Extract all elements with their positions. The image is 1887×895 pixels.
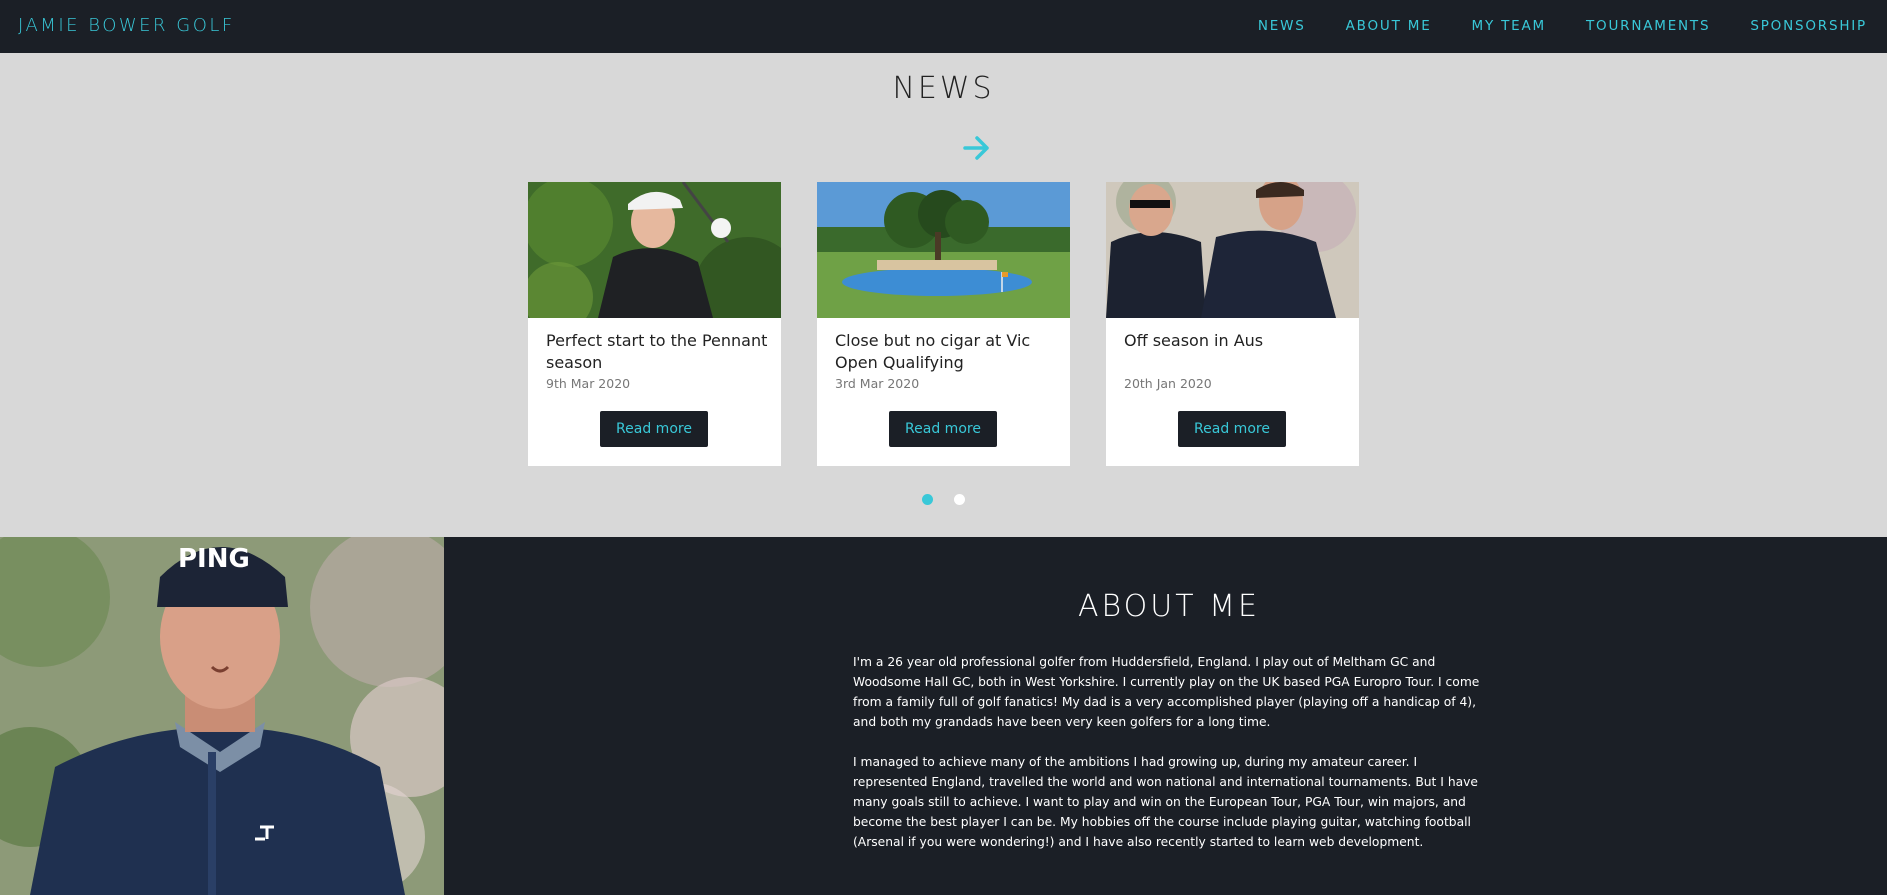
about-paragraph: I managed to achieve many of the ambitio… [853,755,1478,849]
portrait-photo: PING [0,537,444,895]
news-card-date: 20th Jan 2020 [1124,376,1212,391]
about-heading: ABOUT ME [1078,589,1260,624]
news-card-title[interactable]: Close but no cigar at Vic Open Qualifyin… [835,330,1057,374]
read-more-button[interactable]: Read more [600,411,708,447]
nav-item-tournaments[interactable]: TOURNAMENTS [1586,18,1710,34]
main-nav: NEWS ABOUT ME MY TEAM TOURNAMENTS SPONSO… [1258,18,1867,34]
news-image-golf-course[interactable] [817,182,1070,318]
carousel-dot-2[interactable] [954,494,965,505]
news-card-date: 3rd Mar 2020 [835,376,920,391]
top-navigation-bar: JAMIE BOWER GOLF NEWS ABOUT ME MY TEAM T… [0,0,1887,53]
svg-text:PING: PING [178,544,250,574]
read-more-button[interactable]: Read more [889,411,997,447]
nav-item-sponsorship[interactable]: SPONSORSHIP [1750,18,1867,34]
news-card-date: 9th Mar 2020 [546,376,631,391]
news-card: Close but no cigar at Vic Open Qualifyin… [817,182,1070,466]
news-card-title[interactable]: Off season in Aus [1124,330,1346,352]
brand-logo[interactable]: JAMIE BOWER GOLF [18,15,235,36]
news-image-golfer-swing[interactable] [528,182,781,318]
news-image-two-men-laughing[interactable] [1106,182,1359,318]
about-body: I'm a 26 year old professional golfer fr… [853,652,1488,872]
news-section: NEWS Perfect start to the Pennant season… [0,53,1887,537]
nav-item-my-team[interactable]: MY TEAM [1472,18,1546,34]
news-card: Off season in Aus 20th Jan 2020 Read mor… [1106,182,1359,466]
arrow-right-icon[interactable] [962,133,992,163]
news-heading: NEWS [892,71,995,106]
read-more-button[interactable]: Read more [1178,411,1286,447]
nav-item-about-me[interactable]: ABOUT ME [1346,18,1432,34]
nav-item-news[interactable]: NEWS [1258,18,1306,34]
about-paragraph: I'm a 26 year old professional golfer fr… [853,655,1480,729]
news-card-title[interactable]: Perfect start to the Pennant season [546,330,768,374]
about-section: PING ABOUT ME I'm a 26 year old professi… [0,537,1887,895]
news-card: Perfect start to the Pennant season 9th … [528,182,781,466]
carousel-dot-1[interactable] [922,494,933,505]
